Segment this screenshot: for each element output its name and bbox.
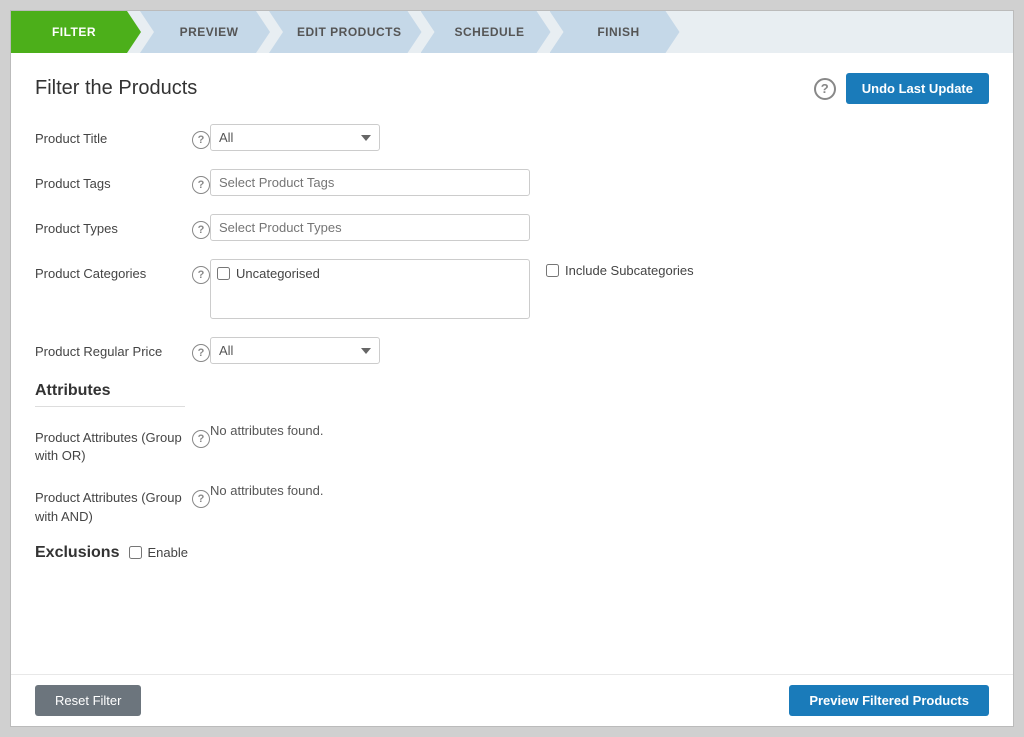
product-categories-label: Product Categories ? xyxy=(35,259,210,284)
product-price-row: Product Regular Price ? All Equal To Les… xyxy=(35,337,989,364)
attributes-or-label: Product Attributes (Group with OR) ? xyxy=(35,423,210,465)
include-subcategories-label: Include Subcategories xyxy=(565,263,694,278)
attributes-and-value: No attributes found. xyxy=(210,477,323,498)
product-title-row: Product Title ? All Contains Starts With… xyxy=(35,124,989,151)
wizard-step-filter[interactable]: FILTER xyxy=(11,11,141,53)
attributes-and-control: No attributes found. xyxy=(210,483,989,498)
product-title-label: Product Title ? xyxy=(35,124,210,149)
exclusions-enable-label[interactable]: Enable xyxy=(129,545,187,560)
product-tags-row: Product Tags ? xyxy=(35,169,989,196)
wizard-step-edit-products[interactable]: EDIT PRODUCTS xyxy=(269,11,422,53)
content-header: Filter the Products ? Undo Last Update xyxy=(35,73,989,104)
product-categories-help-icon[interactable]: ? xyxy=(192,266,210,284)
attributes-divider xyxy=(35,406,185,407)
product-price-help-icon[interactable]: ? xyxy=(192,344,210,362)
product-categories-row: Product Categories ? Uncategorised Inclu… xyxy=(35,259,989,319)
product-types-help-icon[interactable]: ? xyxy=(192,221,210,239)
help-icon[interactable]: ? xyxy=(814,78,836,100)
main-container: FILTER PREVIEW EDIT PRODUCTS SCHEDULE FI… xyxy=(10,10,1014,727)
attributes-and-row: Product Attributes (Group with AND) ? No… xyxy=(35,483,989,525)
uncategorised-checkbox[interactable] xyxy=(217,267,230,280)
product-types-row: Product Types ? xyxy=(35,214,989,241)
product-tags-control xyxy=(210,169,989,196)
exclusions-enable-checkbox[interactable] xyxy=(129,546,142,559)
wizard-nav: FILTER PREVIEW EDIT PRODUCTS SCHEDULE FI… xyxy=(11,11,1013,53)
product-tags-label: Product Tags ? xyxy=(35,169,210,194)
attributes-heading: Attributes xyxy=(35,382,989,400)
product-price-select[interactable]: All Equal To Less Than Greater Than Betw… xyxy=(210,337,380,364)
page-title: Filter the Products xyxy=(35,77,197,100)
product-categories-listbox[interactable]: Uncategorised xyxy=(210,259,530,319)
attributes-or-help-icon[interactable]: ? xyxy=(192,430,210,448)
uncategorised-item: Uncategorised xyxy=(217,264,523,283)
exclusions-enable-text: Enable xyxy=(147,545,187,560)
uncategorised-label: Uncategorised xyxy=(236,266,320,281)
include-subcategories-checkbox[interactable] xyxy=(546,264,559,277)
product-types-control xyxy=(210,214,989,241)
attributes-section: Attributes Product Attributes (Group wit… xyxy=(35,382,989,526)
product-title-select[interactable]: All Contains Starts With Ends With xyxy=(210,124,380,151)
product-price-control: All Equal To Less Than Greater Than Betw… xyxy=(210,337,989,364)
content-area: Filter the Products ? Undo Last Update P… xyxy=(11,53,1013,674)
preview-filtered-products-button[interactable]: Preview Filtered Products xyxy=(789,685,989,716)
wizard-step-preview[interactable]: PREVIEW xyxy=(140,11,270,53)
header-right: ? Undo Last Update xyxy=(814,73,989,104)
attributes-or-value: No attributes found. xyxy=(210,417,323,438)
product-tags-help-icon[interactable]: ? xyxy=(192,176,210,194)
product-title-control: All Contains Starts With Ends With xyxy=(210,124,989,151)
attributes-and-label: Product Attributes (Group with AND) ? xyxy=(35,483,210,525)
wizard-step-schedule[interactable]: SCHEDULE xyxy=(421,11,551,53)
wizard-step-finish[interactable]: FINISH xyxy=(550,11,680,53)
reset-filter-button[interactable]: Reset Filter xyxy=(35,685,141,716)
product-types-label: Product Types ? xyxy=(35,214,210,239)
attributes-and-help-icon[interactable]: ? xyxy=(192,490,210,508)
product-types-input[interactable] xyxy=(210,214,530,241)
attributes-or-row: Product Attributes (Group with OR) ? No … xyxy=(35,423,989,465)
product-tags-input[interactable] xyxy=(210,169,530,196)
undo-last-update-button[interactable]: Undo Last Update xyxy=(846,73,989,104)
form-section: Product Title ? All Contains Starts With… xyxy=(35,124,989,658)
footer: Reset Filter Preview Filtered Products xyxy=(11,674,1013,726)
product-categories-control: Uncategorised Include Subcategories xyxy=(210,259,989,319)
include-subcategories-wrapper: Include Subcategories xyxy=(546,259,694,278)
product-price-label: Product Regular Price ? xyxy=(35,337,210,362)
exclusions-row: Exclusions Enable xyxy=(35,544,989,562)
exclusions-label: Exclusions xyxy=(35,544,119,562)
product-title-help-icon[interactable]: ? xyxy=(192,131,210,149)
attributes-or-control: No attributes found. xyxy=(210,423,989,438)
